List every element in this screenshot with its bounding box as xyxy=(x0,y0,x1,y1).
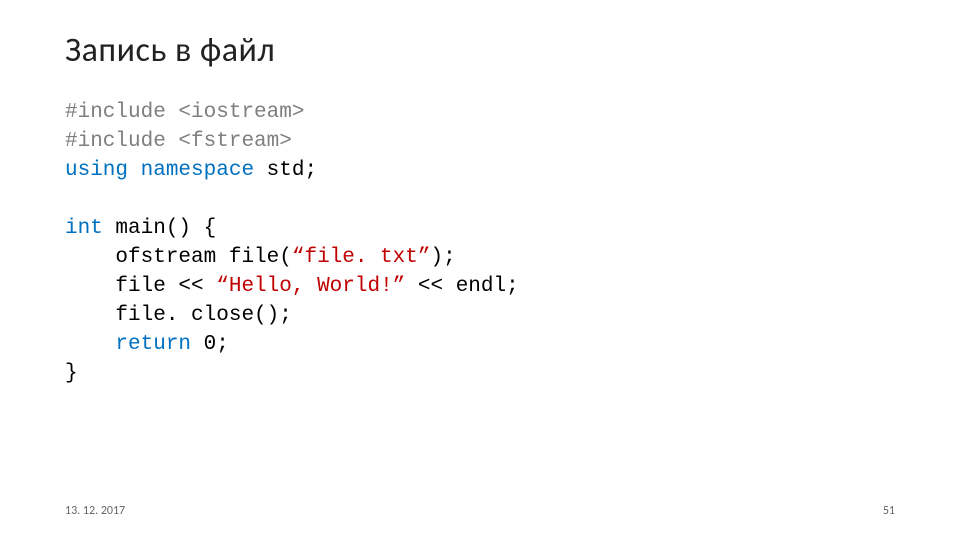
text: std; xyxy=(254,159,317,182)
code-block: #include <iostream> #include <fstream> u… xyxy=(65,99,900,389)
text: 0; xyxy=(191,333,229,356)
keyword: namespace xyxy=(141,159,254,182)
space xyxy=(128,159,141,182)
footer-page-number: 51 xyxy=(883,504,895,518)
header: <iostream> xyxy=(166,101,305,124)
keyword: using xyxy=(65,159,128,182)
text: ofstream file( xyxy=(115,246,291,269)
text: main() { xyxy=(103,217,216,240)
header: <fstream> xyxy=(166,130,292,153)
slide-title: Запись в файл xyxy=(65,30,900,71)
indent xyxy=(65,275,115,298)
keyword: int xyxy=(65,217,103,240)
slide: Запись в файл #include <iostream> #inclu… xyxy=(0,0,960,540)
string-literal: “file. txt” xyxy=(292,246,431,269)
text: ); xyxy=(430,246,455,269)
text: file << xyxy=(115,275,216,298)
text: } xyxy=(65,362,78,385)
string-literal: “Hello, World!” xyxy=(216,275,405,298)
keyword: return xyxy=(115,333,191,356)
preproc: #include xyxy=(65,130,166,153)
text: << endl; xyxy=(405,275,518,298)
indent xyxy=(65,246,115,269)
indent xyxy=(65,333,115,356)
footer-date: 13. 12. 2017 xyxy=(65,504,125,518)
indent xyxy=(65,304,115,327)
text: file. close(); xyxy=(115,304,291,327)
preproc: #include xyxy=(65,101,166,124)
